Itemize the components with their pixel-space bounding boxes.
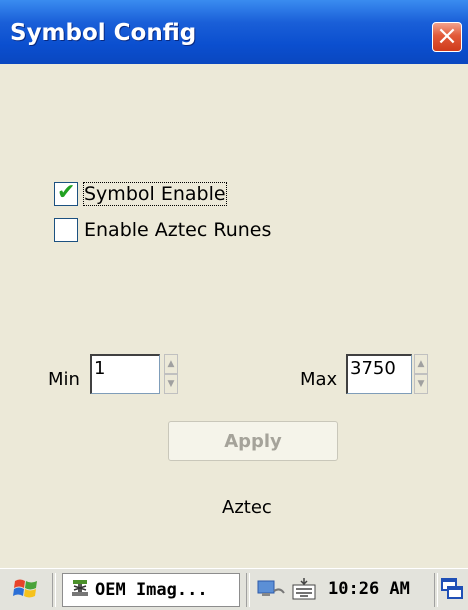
min-up-arrow-icon[interactable]: ▲	[164, 354, 178, 374]
max-label: Max	[300, 369, 338, 390]
symbol-enable-label[interactable]: Symbol Enable	[83, 182, 227, 206]
min-spinner[interactable]: ▲ ▼	[164, 354, 178, 394]
task-button-oem-imager[interactable]: OEM Imag...	[62, 573, 240, 607]
dialog-body: ✔ Symbol Enable Enable Aztec Runes Min 1…	[0, 64, 468, 568]
max-up-arrow-icon[interactable]: ▲	[414, 354, 428, 374]
enable-aztec-runes-label[interactable]: Enable Aztec Runes	[84, 219, 271, 241]
taskbar-separator	[434, 573, 438, 607]
clock[interactable]: 10:26 AM	[328, 579, 410, 599]
windows-flag-icon[interactable]	[12, 575, 40, 603]
taskbar-separator	[246, 573, 250, 607]
checkmark-icon: ✔	[57, 180, 76, 205]
taskbar-separator	[52, 573, 56, 607]
window-title: Symbol Config	[10, 20, 197, 46]
imager-app-icon	[69, 577, 91, 604]
close-button[interactable]: ×	[432, 22, 462, 52]
network-icon[interactable]	[256, 575, 286, 607]
min-input[interactable]: 1	[90, 354, 160, 394]
close-icon: ×	[436, 21, 458, 51]
min-down-arrow-icon[interactable]: ▼	[164, 374, 178, 394]
symbol-enable-checkbox[interactable]: ✔	[54, 180, 78, 206]
max-down-arrow-icon[interactable]: ▼	[414, 374, 428, 394]
symbology-name: Aztec	[222, 497, 272, 518]
task-button-label: OEM Imag...	[95, 580, 208, 600]
symbol-enable-option[interactable]: ✔ Symbol Enable	[54, 180, 227, 206]
switch-windows-icon[interactable]	[440, 575, 464, 607]
enable-aztec-runes-checkbox[interactable]	[54, 218, 78, 242]
taskbar: OEM Imag... 10:26 AM	[0, 568, 468, 610]
min-label: Min	[48, 369, 80, 390]
enable-aztec-runes-option[interactable]: Enable Aztec Runes	[54, 218, 271, 242]
max-spinner[interactable]: ▲ ▼	[414, 354, 428, 394]
keyboard-icon[interactable]	[290, 575, 318, 607]
apply-button[interactable]: Apply	[168, 421, 338, 461]
title-bar: Symbol Config ×	[0, 0, 468, 64]
max-input[interactable]: 3750	[346, 354, 412, 394]
